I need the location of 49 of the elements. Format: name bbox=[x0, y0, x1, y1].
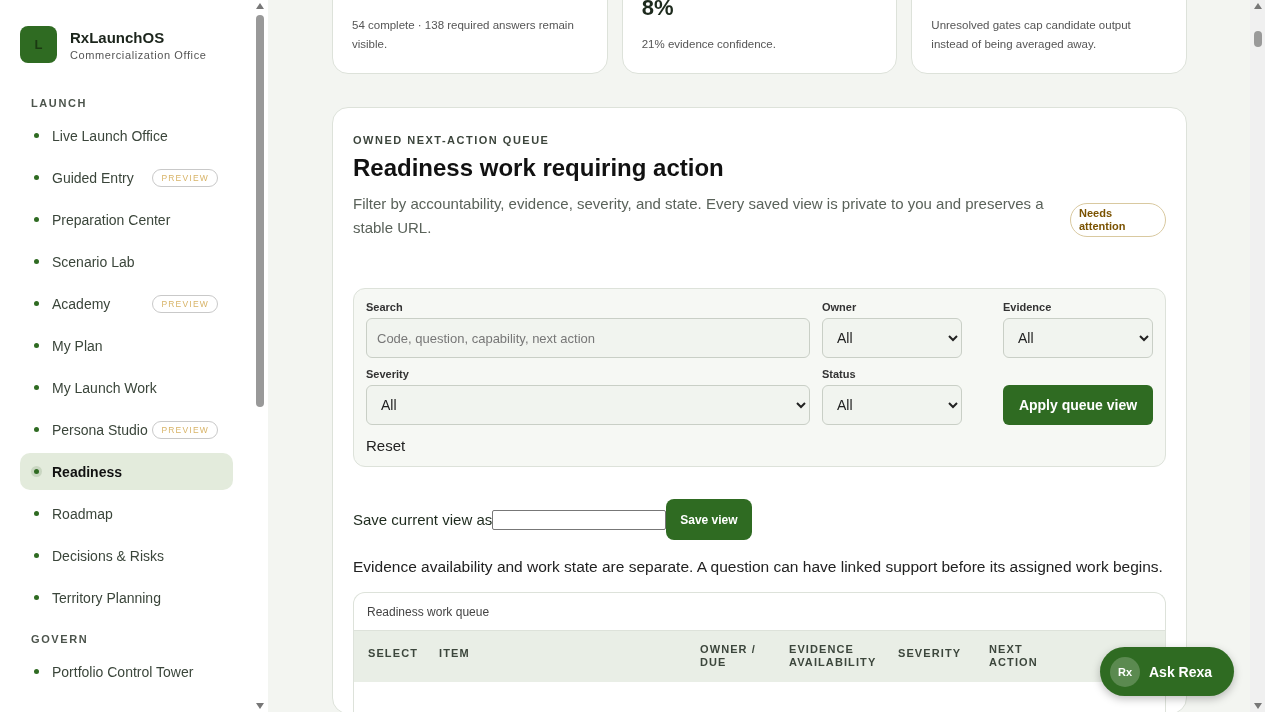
nav-item[interactable]: Guided Entry PREVIEW bbox=[20, 159, 233, 196]
nav-item[interactable]: Readiness bbox=[20, 453, 233, 490]
scrollbar[interactable] bbox=[1250, 0, 1265, 712]
nav-item[interactable]: Decisions & Risks bbox=[20, 537, 233, 574]
nav-item[interactable]: My Launch Work bbox=[20, 369, 233, 406]
nav-item[interactable]: Scenario Lab bbox=[20, 243, 233, 280]
metric-caption: 21% evidence confidence. bbox=[641, 37, 777, 52]
nav-item[interactable]: Live Launch Office bbox=[20, 117, 233, 154]
app-name: RxLaunchOS bbox=[70, 28, 166, 46]
nav-item[interactable]: Preparation Center bbox=[20, 201, 233, 238]
apply-button[interactable]: Apply queue view bbox=[1003, 385, 1153, 425]
view-name-field[interactable] bbox=[492, 509, 667, 530]
field-label: Owner bbox=[822, 301, 858, 313]
section-heading: GOVERN bbox=[31, 633, 90, 645]
nav-item[interactable]: Portfolio Control Tower bbox=[20, 653, 233, 690]
field-label: Search bbox=[366, 301, 404, 313]
metric-caption: 54 complete · 138 required answers remain visible. bbox=[352, 18, 575, 52]
nav-item[interactable]: Academy PREVIEW bbox=[20, 285, 233, 322]
save-label: Save current view as bbox=[353, 511, 493, 528]
app-subtitle: Commercialization Office bbox=[70, 48, 207, 61]
column-header: ITEM bbox=[439, 647, 470, 660]
panel-title: Readiness work requiring action bbox=[353, 154, 725, 182]
assistant-button[interactable]: Rx Ask Rexa bbox=[1100, 647, 1234, 696]
severity-select[interactable]: All bbox=[366, 385, 810, 425]
owner-select[interactable]: All bbox=[822, 318, 962, 358]
section-heading: LAUNCH bbox=[31, 97, 89, 109]
save-view-button[interactable]: Save view bbox=[666, 499, 752, 540]
info-text: Evidence availability and work state are separate. A question can have linked support before its assigned work begins. bbox=[353, 558, 1164, 576]
evidence-select[interactable]: All bbox=[1003, 318, 1153, 358]
search-field[interactable]: Code, question, capability, next action bbox=[366, 318, 810, 358]
panel-description: Filter by accountability, evidence, severity, and state. Every saved view is private to you and preserves a stable URL. bbox=[353, 194, 1045, 238]
column-header: OWNER / DUE bbox=[700, 643, 757, 669]
column-header: SEVERITY bbox=[898, 647, 962, 660]
metric-caption: Unresolved gates cap candidate output instead of being averaged away. bbox=[931, 18, 1132, 52]
field-label: Severity bbox=[366, 368, 410, 380]
nav-item[interactable]: My Plan bbox=[20, 327, 233, 364]
table-caption: Readiness work queue bbox=[366, 604, 491, 621]
column-header: EVIDENCE AVAILABILITY bbox=[789, 643, 878, 669]
eyebrow-label: OWNED NEXT-ACTION QUEUE bbox=[353, 134, 551, 146]
field-label: Status bbox=[822, 368, 857, 380]
nav-item[interactable]: Territory Planning bbox=[20, 579, 233, 616]
field-label: Evidence bbox=[1003, 301, 1053, 313]
metric-value: 8% bbox=[641, 0, 675, 21]
column-header: SELECT bbox=[368, 647, 418, 660]
reset-link[interactable]: Reset bbox=[366, 437, 406, 454]
nav-item[interactable]: Roadmap bbox=[20, 495, 233, 532]
nav-item[interactable]: Persona Studio PREVIEW bbox=[20, 411, 233, 448]
column-header: NEXT ACTION bbox=[989, 643, 1039, 669]
status-select[interactable]: All bbox=[822, 385, 962, 425]
